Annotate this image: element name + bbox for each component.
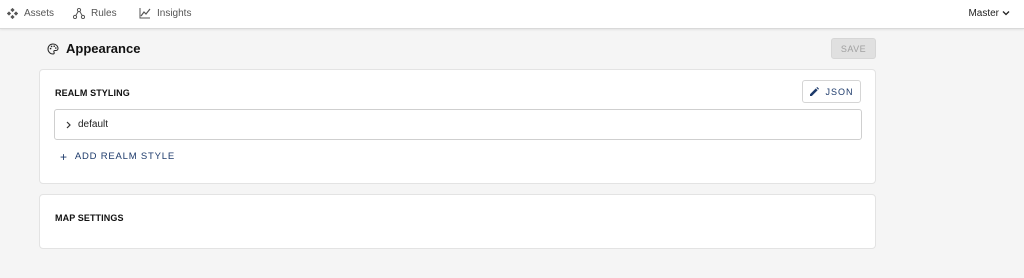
- nav-item-label: Insights: [157, 7, 192, 19]
- insights-icon: [139, 7, 151, 18]
- pencil-icon: [810, 86, 820, 96]
- top-navigation-bar: Assets Rules Insights Master: [0, 0, 1024, 29]
- realm-label: Master: [968, 7, 999, 19]
- page-header: Appearance: [47, 41, 140, 56]
- assets-icon: [7, 7, 18, 19]
- nav-item-rules[interactable]: Rules: [73, 0, 117, 26]
- nav-item-assets[interactable]: Assets: [7, 0, 54, 26]
- palette-icon: [47, 42, 59, 55]
- realm-styling-panel: REALM STYLING JSON default + ADD REALM S…: [39, 69, 876, 184]
- nav-item-insights[interactable]: Insights: [139, 0, 191, 26]
- map-settings-panel: MAP SETTINGS: [39, 194, 876, 249]
- section-title: REALM STYLING: [55, 88, 130, 98]
- save-button[interactable]: SAVE: [831, 38, 876, 59]
- section-title: MAP SETTINGS: [55, 213, 124, 223]
- plus-icon: +: [60, 149, 68, 164]
- page-title: Appearance: [66, 41, 141, 56]
- realm-style-row[interactable]: default: [54, 109, 862, 140]
- chevron-down-icon: [1002, 11, 1010, 16]
- json-button-label: JSON: [825, 86, 854, 97]
- realm-selector[interactable]: Master: [968, 0, 1010, 26]
- nav-item-label: Rules: [91, 7, 117, 19]
- add-realm-style-label: ADD REALM STYLE: [74, 151, 175, 162]
- nav-item-label: Assets: [24, 7, 55, 19]
- json-button[interactable]: JSON: [802, 80, 861, 103]
- add-realm-style-button[interactable]: + ADD REALM STYLE: [60, 149, 175, 164]
- realm-style-label: default: [78, 119, 109, 130]
- chevron-right-icon: [66, 121, 71, 128]
- rules-icon: [73, 7, 85, 19]
